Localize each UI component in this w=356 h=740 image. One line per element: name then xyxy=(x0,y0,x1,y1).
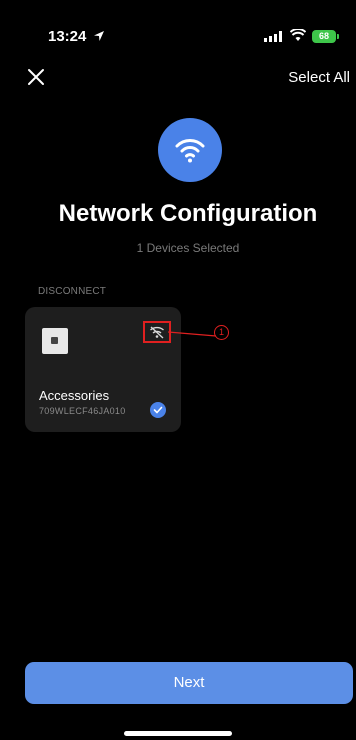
device-card[interactable]: Accessories 709WLECF46JA010 xyxy=(25,307,181,432)
status-bar: 13:24 68 xyxy=(0,0,356,60)
home-indicator xyxy=(124,731,232,736)
wifi-hero-icon xyxy=(158,118,222,182)
page-title: Network Configuration xyxy=(58,200,318,227)
device-name: Accessories xyxy=(39,388,110,403)
device-thumbnail xyxy=(42,328,68,354)
device-serial: 709WLECF46JA010 xyxy=(39,406,126,416)
next-button[interactable]: Next xyxy=(25,662,353,704)
close-icon[interactable] xyxy=(26,67,46,87)
location-arrow-icon xyxy=(94,31,104,41)
battery-tip xyxy=(337,34,339,39)
select-all-button[interactable]: Select All xyxy=(288,69,350,86)
section-label-disconnect: DISCONNECT xyxy=(38,286,107,297)
annotation-marker: 1 xyxy=(214,325,229,340)
wifi-off-icon xyxy=(143,321,171,343)
status-time: 13:24 xyxy=(48,28,87,45)
selected-check-icon[interactable] xyxy=(150,402,166,418)
cellular-signal-icon xyxy=(264,31,282,42)
annotation-line xyxy=(168,331,217,337)
devices-selected-count: 1 Devices Selected xyxy=(136,241,240,255)
wifi-status-icon xyxy=(290,29,306,41)
battery-level: 68 xyxy=(312,30,336,43)
device-thumbnail-dot xyxy=(51,337,58,344)
